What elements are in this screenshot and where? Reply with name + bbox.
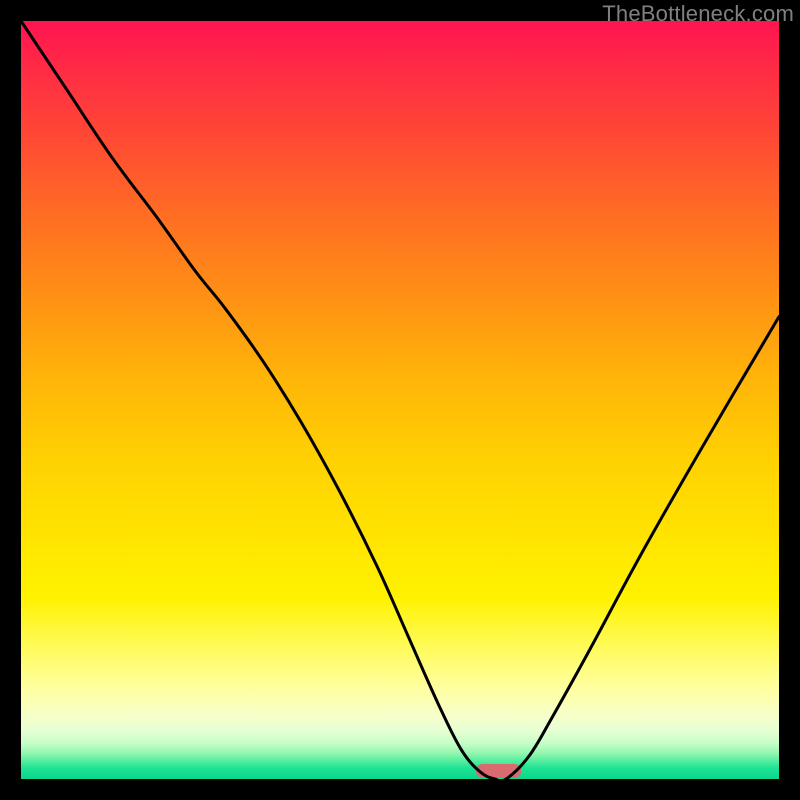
chart-svg <box>21 21 779 779</box>
plot-area <box>21 21 779 779</box>
watermark-text: TheBottleneck.com <box>602 1 794 27</box>
bottleneck-curve <box>21 21 779 779</box>
chart-frame: TheBottleneck.com <box>0 0 800 800</box>
